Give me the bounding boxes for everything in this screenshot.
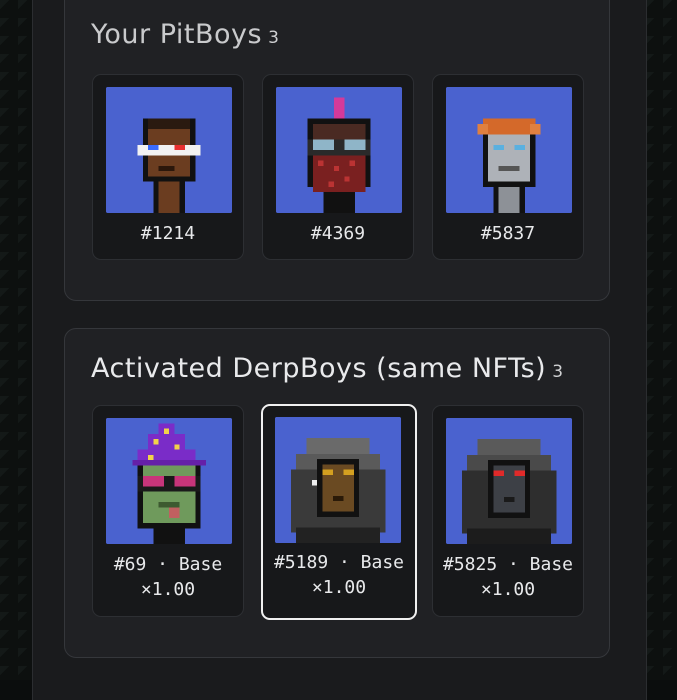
pitboy-card[interactable]: #4369 (262, 74, 414, 260)
derpboy-label: #69 · Base ×1.00 (113, 554, 223, 600)
pitboy-avatar-image (276, 87, 402, 213)
derpboy-card-selected[interactable]: #5189 · Base ×1.00 (261, 404, 417, 620)
derpboys-section: Activated DerpBoys (same NFTs) 3 #69 · B… (64, 328, 610, 658)
pitboy-card[interactable]: #5837 (432, 74, 584, 260)
pitboys-section-title: Your PitBoys 3 (91, 19, 279, 50)
pitboy-avatar-image (446, 87, 572, 213)
pitboy-label: #1214 (140, 223, 196, 244)
left-background-texture (0, 0, 32, 680)
derpboys-title: Activated DerpBoys (same NFTs) (91, 353, 547, 384)
pitboy-avatar-image (106, 87, 232, 213)
pitboys-title: Your PitBoys (91, 19, 263, 50)
pitboys-section: Your PitBoys 3 #1214 #4369 #5837 (64, 0, 610, 301)
derpboy-card[interactable]: #69 · Base ×1.00 (92, 405, 244, 617)
derpboys-count: 3 (552, 362, 564, 382)
pitboy-card[interactable]: #1214 (92, 74, 244, 260)
derpboy-avatar-image (106, 418, 232, 544)
derpboy-label: #5825 · Base ×1.00 (442, 554, 574, 600)
pitboys-count: 3 (268, 28, 280, 48)
derpboy-card[interactable]: #5825 · Base ×1.00 (432, 405, 584, 617)
right-background-texture (645, 0, 677, 680)
derpboy-avatar-image (275, 417, 401, 543)
derpboy-label: #5189 · Base ×1.00 (273, 552, 405, 598)
pitboy-label: #5837 (480, 223, 536, 244)
derpboy-avatar-image (446, 418, 572, 544)
pitboy-label: #4369 (310, 223, 366, 244)
derpboys-section-title: Activated DerpBoys (same NFTs) 3 (91, 353, 564, 384)
